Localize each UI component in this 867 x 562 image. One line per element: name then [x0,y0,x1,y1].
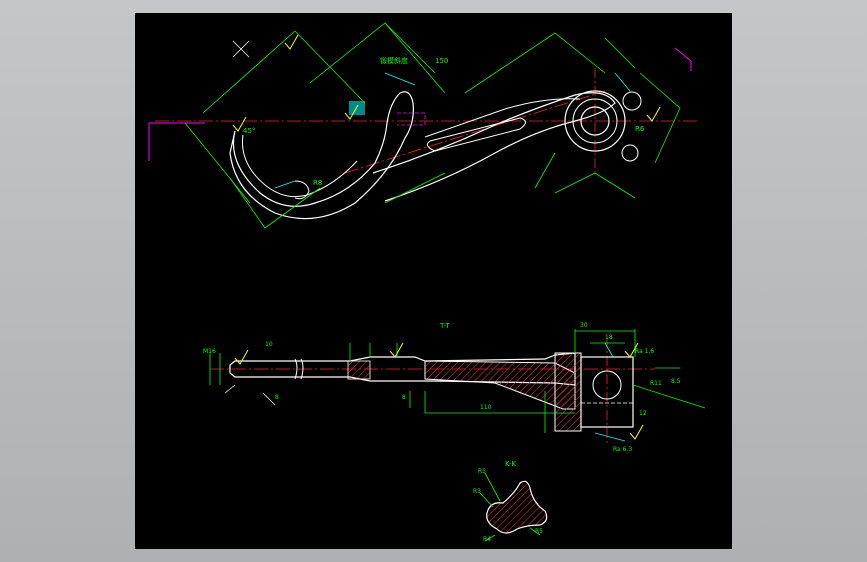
top-roughness-marks [232,34,661,132]
hub-lug-bottom [621,144,639,162]
side-roughness-2: Ra 6.3 [613,446,632,453]
top-annotation-r8: R8 [313,179,322,187]
hook-outline [229,91,414,220]
viewport: 锻模斜度 R8 45° R6 150 T-T 10 8 M16 30 18 11… [0,0,867,562]
side-hatch-web [424,360,576,410]
lever-slot [426,117,526,152]
drawing-sheet: 锻模斜度 R8 45° R6 150 T-T 10 8 M16 30 18 11… [135,13,732,549]
top-centerline-diagonal [344,90,606,174]
section-r3: R3 [473,488,481,495]
side-dim-110: 110 [480,404,492,411]
side-dim-8: 8 [275,394,279,401]
top-hidden-rect [397,112,426,126]
side-dim-8-5: 8.5 [671,378,681,385]
section-label: K-K [505,460,516,468]
top-annotation-150: 150 [435,57,448,65]
section-r5-bottom: R5 [535,528,543,535]
section-r5-top: R5 [478,468,486,475]
side-dim-10: 10 [265,341,273,348]
side-dim-30: 30 [580,322,588,329]
top-section-hatch [349,101,365,115]
side-dim-r11: R11 [650,380,662,387]
hook-inner [241,134,358,198]
hidden-frame-left [148,122,205,161]
hidden-frame-right [674,47,692,71]
cad-drawing: 锻模斜度 R8 45° R6 150 T-T 10 8 M16 30 18 11… [148,22,706,543]
section-view: K-K R5 R3 R5 R4 [473,460,548,543]
side-dim-12: 12 [639,410,647,417]
top-annotation-45: 45° [243,127,255,135]
cad-cursor-icon [232,40,250,58]
side-view-label: T-T [439,322,451,330]
top-view: 锻模斜度 R8 45° R6 150 [148,22,700,229]
side-dim-18: 18 [605,334,613,341]
top-annotation-r6: R6 [635,125,645,133]
section-r4: R4 [483,536,491,543]
side-dim-8b: 8 [402,394,406,401]
side-hatch-hub [554,352,582,432]
top-leaders [274,72,631,189]
hub-lug-top [622,91,642,111]
top-annotation-text: 锻模斜度 [380,56,408,65]
section-profile [486,480,548,534]
top-dimensions [184,22,681,229]
side-dim-m16: M16 [203,348,216,355]
lever-arm-inner [424,98,581,138]
side-leader-lines [224,384,276,406]
side-hatch-collar [347,360,371,380]
side-leaders [594,342,626,442]
side-roughness-1: Ra 1.6 [635,348,654,355]
side-view: T-T 10 8 M16 30 18 110 8 12 R11 Ra 1.6 R… [203,322,706,453]
